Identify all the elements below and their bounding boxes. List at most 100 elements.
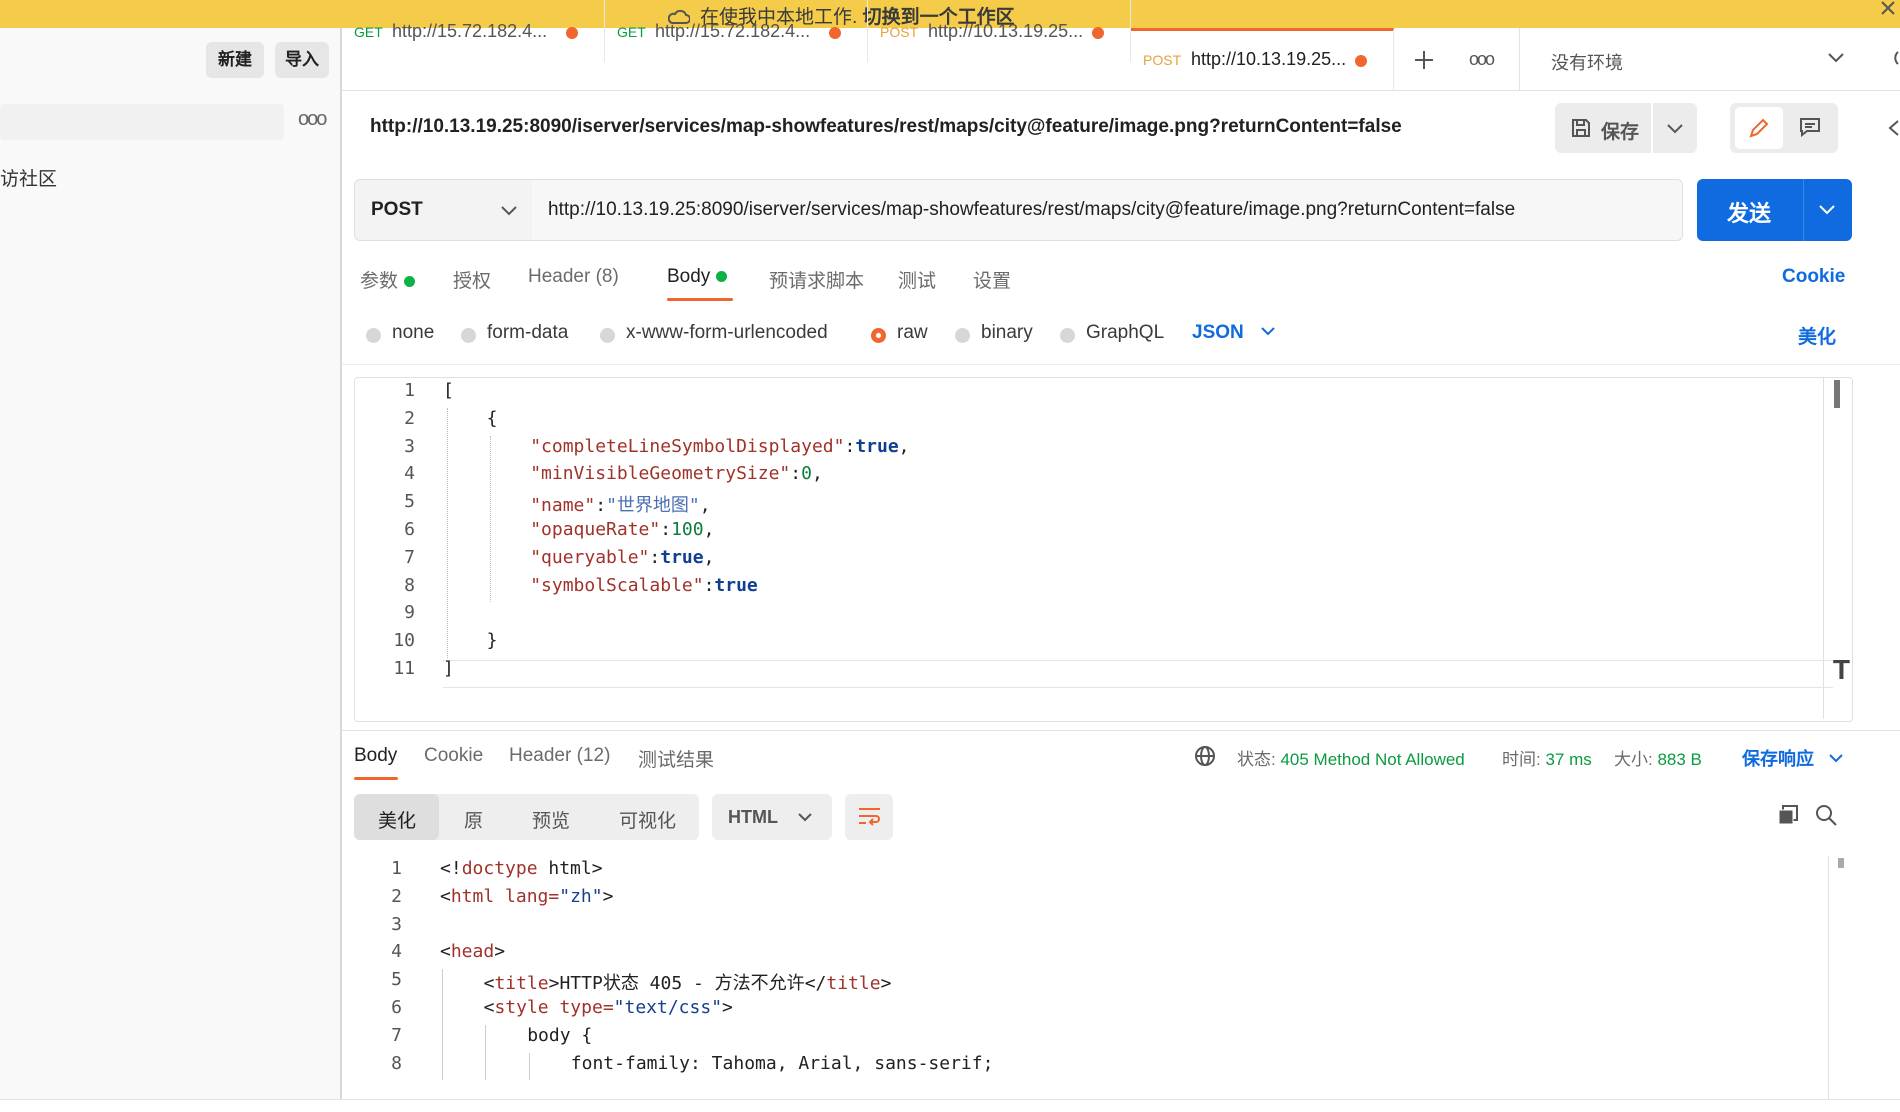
body-type-graphql[interactable]: GraphQL: [1060, 322, 1164, 350]
json-key: "queryable": [530, 546, 650, 568]
body-type-urlencoded[interactable]: x-www-form-urlencoded: [600, 322, 828, 350]
code-line: }: [486, 630, 498, 652]
tab-tests[interactable]: 测试: [898, 266, 936, 293]
code-line: [: [443, 380, 454, 401]
resp-tab-cookie[interactable]: Cookie: [424, 745, 483, 767]
html-tag: title: [826, 973, 881, 995]
chevron-down-icon[interactable]: [1828, 53, 1844, 63]
resp-tab-body[interactable]: Body: [354, 745, 397, 767]
response-body-viewer[interactable]: 1 <!doctype html> 2 <html lang="zh"> 3 4 <head…: [354, 856, 1851, 1099]
html-tag: html: [450, 885, 495, 907]
format-visualize[interactable]: 可视化: [619, 806, 676, 833]
line-number: 7: [404, 546, 415, 568]
line-number: 3: [404, 435, 415, 457]
code-line: {: [486, 407, 498, 429]
code-line: "queryable":true,: [530, 546, 715, 568]
indent-guide: [441, 969, 443, 1081]
sidebar-item-label[interactable]: 访社区: [0, 164, 57, 191]
html-attr-value: "text/css": [613, 997, 723, 1018]
format-pretty[interactable]: 美化: [378, 806, 416, 833]
url-value: http://10.13.19.25:8090/iserver/services…: [548, 199, 1516, 220]
eye-icon[interactable]: [1886, 50, 1900, 66]
body-type-raw[interactable]: raw: [871, 322, 928, 350]
size-readout: 大小: 883 B: [1614, 750, 1702, 769]
divider: [342, 730, 1900, 731]
request-tab[interactable]: GET http://15.72.182.4...: [342, 0, 605, 62]
environment-selector[interactable]: 没有环境: [1551, 49, 1623, 75]
search-icon[interactable]: [1815, 804, 1837, 826]
wrap-lines-button[interactable]: [845, 794, 893, 840]
divider: [1519, 28, 1520, 90]
save-button[interactable]: 保存: [1555, 103, 1651, 153]
save-response-button[interactable]: 保存响应: [1742, 745, 1843, 771]
body-type-none[interactable]: none: [366, 322, 434, 350]
url-input[interactable]: http://10.13.19.25:8090/iserver/services…: [532, 179, 1683, 241]
request-name[interactable]: http://10.13.19.25:8090/iserver/services…: [370, 116, 1402, 138]
sidebar-search-input[interactable]: [0, 104, 284, 140]
code-line: "symbolScalable":true: [530, 574, 758, 596]
import-button[interactable]: 导入: [275, 42, 329, 78]
tab-method: POST: [880, 24, 919, 40]
request-tab[interactable]: POST http://10.13.19.25...: [868, 0, 1131, 62]
response-format-group: 美化 原 预览 可视化: [354, 794, 699, 840]
new-button[interactable]: 新建: [206, 42, 264, 78]
copy-icon[interactable]: [1777, 804, 1799, 826]
code-line: <head>: [440, 941, 506, 963]
more-icon[interactable]: ooo: [298, 108, 327, 131]
radio-button-selected: [871, 328, 886, 343]
save-icon: [1572, 119, 1590, 137]
add-tab-icon[interactable]: [1414, 50, 1434, 70]
viewer-ruler: [1828, 856, 1829, 1099]
tab-params[interactable]: 参数: [360, 266, 416, 293]
body-type-form-data[interactable]: form-data: [461, 322, 568, 350]
save-options-button[interactable]: [1653, 103, 1697, 153]
divider: [1803, 179, 1804, 241]
tab-body[interactable]: Body: [667, 266, 728, 288]
code-line: <title>HTTP状态 405 - 方法不允许</title>: [483, 973, 892, 995]
beautify-link[interactable]: 美化: [1798, 322, 1836, 349]
cookie-link[interactable]: Cookie: [1782, 266, 1845, 288]
close-icon[interactable]: [1880, 0, 1898, 16]
body-language-select[interactable]: JSON: [1192, 322, 1275, 344]
resp-tab-header[interactable]: Header (12): [509, 745, 610, 767]
line-number: 9: [404, 602, 415, 624]
chevron-down-icon[interactable]: [1819, 205, 1835, 215]
tab-header[interactable]: Header (8): [528, 266, 619, 288]
comment-icon[interactable]: [1799, 117, 1821, 137]
indent-guide: [446, 407, 448, 658]
status-bar: [0, 1099, 1900, 1112]
tab-prerequest[interactable]: 预请求脚本: [769, 266, 864, 293]
request-tab-active[interactable]: POST http://10.13.19.25...: [1131, 28, 1394, 90]
request-tab[interactable]: GET http://15.72.182.4...: [605, 0, 868, 62]
chevron-down-icon: [1261, 327, 1275, 336]
chevron-down-icon: [501, 206, 517, 216]
line-number: 1: [391, 858, 402, 879]
tabs-more-icon[interactable]: ooo: [1469, 49, 1495, 70]
text-cursor-icon: T: [1832, 654, 1850, 685]
editor-scrollbar[interactable]: [1834, 380, 1840, 408]
save-label: 保存: [1601, 122, 1640, 143]
response-language-select[interactable]: HTML: [712, 794, 832, 840]
format-raw[interactable]: 原: [464, 806, 483, 833]
code-line: "completeLineSymbolDisplayed":true,: [530, 435, 910, 457]
tab-auth[interactable]: 授权: [453, 266, 491, 293]
request-body-editor[interactable]: T 1 [2 {3 "completeLineSymbolDisplayed":tru…: [354, 377, 1853, 722]
resp-tab-test-results[interactable]: 测试结果: [638, 745, 714, 772]
json-key: "symbolScalable": [530, 574, 704, 596]
status-dot: [404, 276, 416, 288]
collapse-panel-icon[interactable]: [1886, 120, 1900, 136]
method-select[interactable]: POST: [354, 179, 534, 241]
unsaved-dot: [1355, 55, 1367, 67]
line-number: 6: [391, 997, 402, 1018]
html-tag: head: [450, 941, 495, 963]
viewer-scrollbar[interactable]: [1838, 858, 1844, 868]
tab-url: http://10.13.19.25...: [1191, 49, 1347, 69]
globe-icon[interactable]: [1194, 745, 1216, 767]
indent-guide: [528, 1052, 530, 1081]
tab-settings[interactable]: 设置: [973, 266, 1011, 293]
format-preview[interactable]: 预览: [532, 806, 570, 833]
edit-mode-button[interactable]: [1735, 107, 1783, 149]
json-key: "name": [530, 495, 596, 517]
body-type-binary[interactable]: binary: [955, 322, 1033, 350]
send-button[interactable]: 发送: [1697, 179, 1852, 241]
